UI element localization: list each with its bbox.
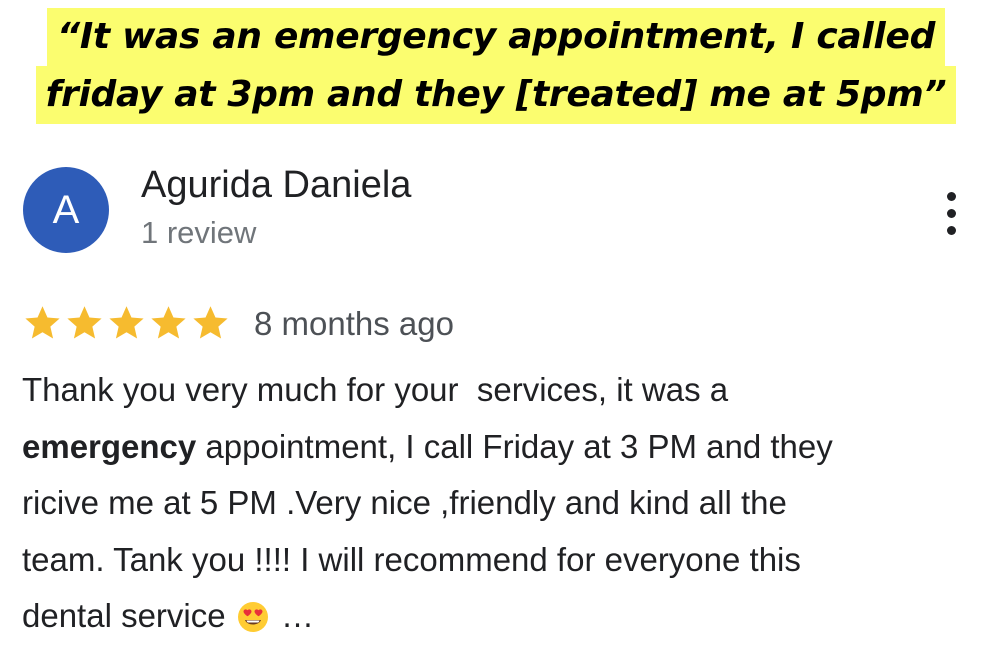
star-icon: [193, 306, 228, 339]
review-line-text: dental service: [22, 597, 226, 634]
more-dot: [947, 226, 956, 235]
review-text: Thank you very much for your services, i…: [22, 362, 977, 651]
review-count[interactable]: 1 review: [141, 213, 256, 253]
review-date: 8 months ago: [254, 305, 454, 342]
more-text-link[interactable]: …: [281, 597, 314, 634]
star-rating: [22, 300, 231, 346]
headline-line-2: friday at 3pm and they [treated] me at 5…: [35, 66, 957, 124]
bold-keyword: emergency: [22, 427, 197, 465]
star-icon: [25, 306, 60, 339]
star-icon: [109, 306, 144, 339]
review-line: emergency appointment, I call Friday at …: [22, 419, 977, 476]
avatar[interactable]: A: [23, 167, 109, 253]
star-icon: [151, 306, 186, 339]
headline-line-1: “It was an emergency appointment, I call…: [46, 8, 946, 66]
review-line: Thank you very much for your services, i…: [22, 371, 729, 408]
heart-eyes-emoji-icon: [237, 594, 269, 651]
review-line: dental service …: [22, 588, 977, 651]
review-line-rest: appointment, I call Friday at 3 PM and t…: [196, 427, 833, 465]
review-line: ricive me at 5 PM .Very nice ,friendly a…: [22, 484, 787, 521]
star-icon: [67, 306, 102, 339]
more-vert-icon[interactable]: [935, 190, 969, 238]
more-dot: [947, 209, 956, 218]
more-dot: [947, 192, 956, 201]
review-line: team. Tank you !!!! I will recommend for…: [22, 540, 801, 578]
headline-quote: “It was an emergency appointment, I call…: [0, 8, 992, 124]
reviewer-name[interactable]: Agurida Daniela: [141, 163, 411, 207]
